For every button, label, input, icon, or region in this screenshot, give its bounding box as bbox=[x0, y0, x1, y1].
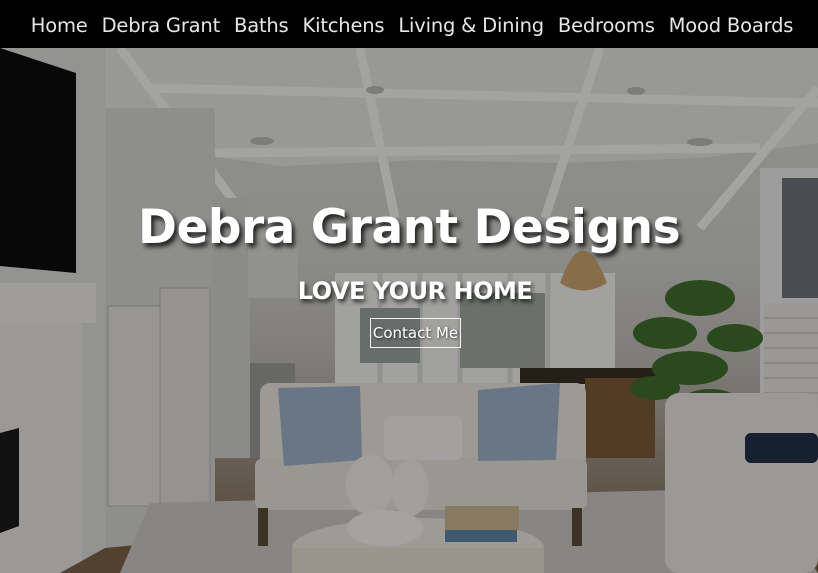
nav-link-home[interactable]: Home bbox=[31, 14, 88, 37]
hero-dark-overlay bbox=[0, 48, 818, 573]
nav-link-kitchens[interactable]: Kitchens bbox=[303, 14, 385, 37]
nav-link-living-dining[interactable]: Living & Dining bbox=[398, 14, 544, 37]
contact-me-button[interactable]: Contact Me bbox=[370, 318, 461, 348]
nav-link-mood-boards[interactable]: Mood Boards bbox=[669, 14, 794, 37]
nav-link-debra-grant[interactable]: Debra Grant bbox=[102, 14, 221, 37]
nav-menu: Home Debra Grant Baths Kitchens Living &… bbox=[31, 14, 794, 37]
hero-section: Debra Grant Designs LOVE YOUR HOME Conta… bbox=[0, 48, 818, 573]
top-navigation: Home Debra Grant Baths Kitchens Living &… bbox=[0, 0, 818, 48]
nav-link-bedrooms[interactable]: Bedrooms bbox=[558, 14, 655, 37]
nav-link-baths[interactable]: Baths bbox=[234, 14, 289, 37]
hero-title: Debra Grant Designs bbox=[137, 200, 681, 255]
hero-subtitle: LOVE YOUR HOME bbox=[297, 277, 533, 305]
